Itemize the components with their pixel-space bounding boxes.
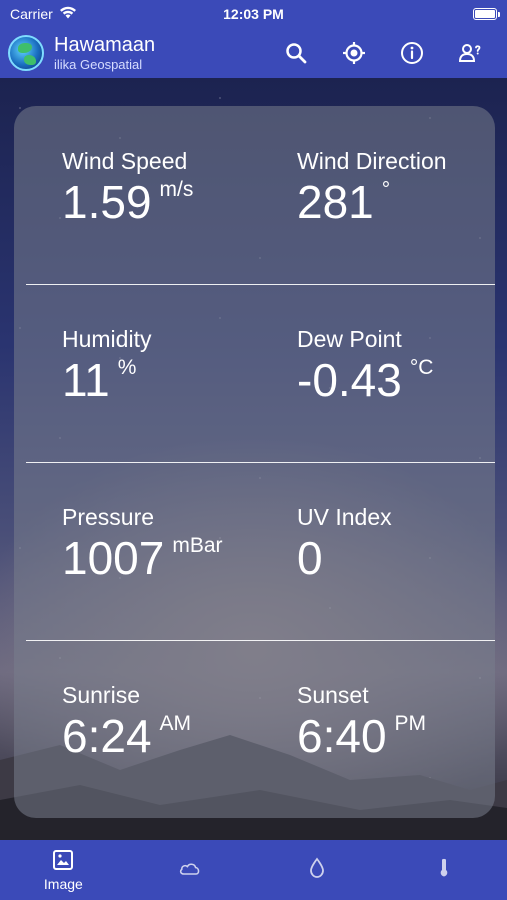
metric-unit: m/s xyxy=(159,178,194,201)
metric-row: Sunrise 6:24 AM Sunset 6:40 PM xyxy=(14,640,495,818)
metric-value: 6:40 xyxy=(297,710,387,762)
weather-card: Wind Speed 1.59 m/s Wind Direction 281 °… xyxy=(14,106,495,818)
metric-wind-speed: Wind Speed 1.59 m/s xyxy=(62,148,194,228)
locate-button[interactable] xyxy=(325,31,383,75)
metric-value: 11 xyxy=(62,354,110,406)
metric-unit: °C xyxy=(409,356,434,379)
app-title: Hawamaan xyxy=(54,34,156,56)
metric-value: 0 xyxy=(297,532,323,584)
header-actions xyxy=(267,31,499,75)
metric-unit: AM xyxy=(159,712,192,735)
tab-temperature[interactable] xyxy=(380,840,507,900)
metric-humidity: Humidity 11 % xyxy=(62,326,152,406)
app-logo xyxy=(8,35,44,71)
carrier-label: Carrier xyxy=(10,6,53,22)
thermometer-icon xyxy=(440,858,447,877)
tab-bar: Image xyxy=(0,840,507,900)
status-bar: Carrier 12:03 PM xyxy=(0,0,507,28)
metric-value: 6:24 xyxy=(62,710,152,762)
cloud-icon xyxy=(180,863,200,875)
metric-value: -0.43 xyxy=(297,354,402,406)
user-help-icon xyxy=(458,44,481,62)
metric-sunrise: Sunrise 6:24 AM xyxy=(62,682,192,762)
metric-label: Sunset xyxy=(297,682,369,708)
metric-row: Wind Speed 1.59 m/s Wind Direction 281 ° xyxy=(14,106,495,284)
metric-uv-index: UV Index 0 xyxy=(297,504,392,584)
metric-row: Humidity 11 % Dew Point -0.43 °C xyxy=(14,284,495,462)
battery-icon xyxy=(473,8,500,20)
metric-unit: ° xyxy=(381,178,391,201)
metric-value: 281 xyxy=(297,176,374,228)
image-icon xyxy=(53,850,74,870)
droplet-icon xyxy=(309,857,324,878)
metric-label: Humidity xyxy=(62,326,152,352)
tab-humidity[interactable] xyxy=(254,840,381,900)
tab-image[interactable]: Image xyxy=(0,840,127,900)
metric-label: Sunrise xyxy=(62,682,140,708)
wifi-icon xyxy=(59,6,77,22)
tab-cloud[interactable] xyxy=(127,840,254,900)
app-titles: Hawamaan ilika Geospatial xyxy=(54,35,155,71)
metric-label: Wind Direction xyxy=(297,148,447,174)
metric-unit: mBar xyxy=(172,534,223,557)
metric-wind-direction: Wind Direction 281 ° xyxy=(297,148,447,228)
metric-sunset: Sunset 6:40 PM xyxy=(297,682,427,762)
metric-label: Pressure xyxy=(62,504,155,530)
info-button[interactable] xyxy=(383,31,441,75)
app-header: Hawamaan ilika Geospatial xyxy=(0,28,507,78)
metric-label: UV Index xyxy=(297,504,392,530)
search-button[interactable] xyxy=(267,31,325,75)
metric-unit: PM xyxy=(394,712,427,735)
metric-label: Wind Speed xyxy=(62,148,188,174)
search-icon xyxy=(286,43,307,64)
metric-pressure: Pressure 1007 mBar xyxy=(62,504,223,584)
metric-unit: % xyxy=(117,356,137,379)
crosshair-icon xyxy=(343,42,365,64)
app-subtitle: ilika Geospatial xyxy=(54,57,143,72)
user-help-button[interactable] xyxy=(441,31,499,75)
status-time: 12:03 PM xyxy=(223,6,284,22)
metric-value: 1007 xyxy=(62,532,165,584)
metric-dew-point: Dew Point -0.43 °C xyxy=(297,326,434,406)
status-left: Carrier xyxy=(10,6,77,22)
metric-label: Dew Point xyxy=(297,326,402,352)
tab-label: Image xyxy=(43,876,83,892)
metric-value: 1.59 xyxy=(62,176,152,228)
info-icon xyxy=(401,42,423,64)
metric-row: Pressure 1007 mBar UV Index 0 xyxy=(14,462,495,640)
